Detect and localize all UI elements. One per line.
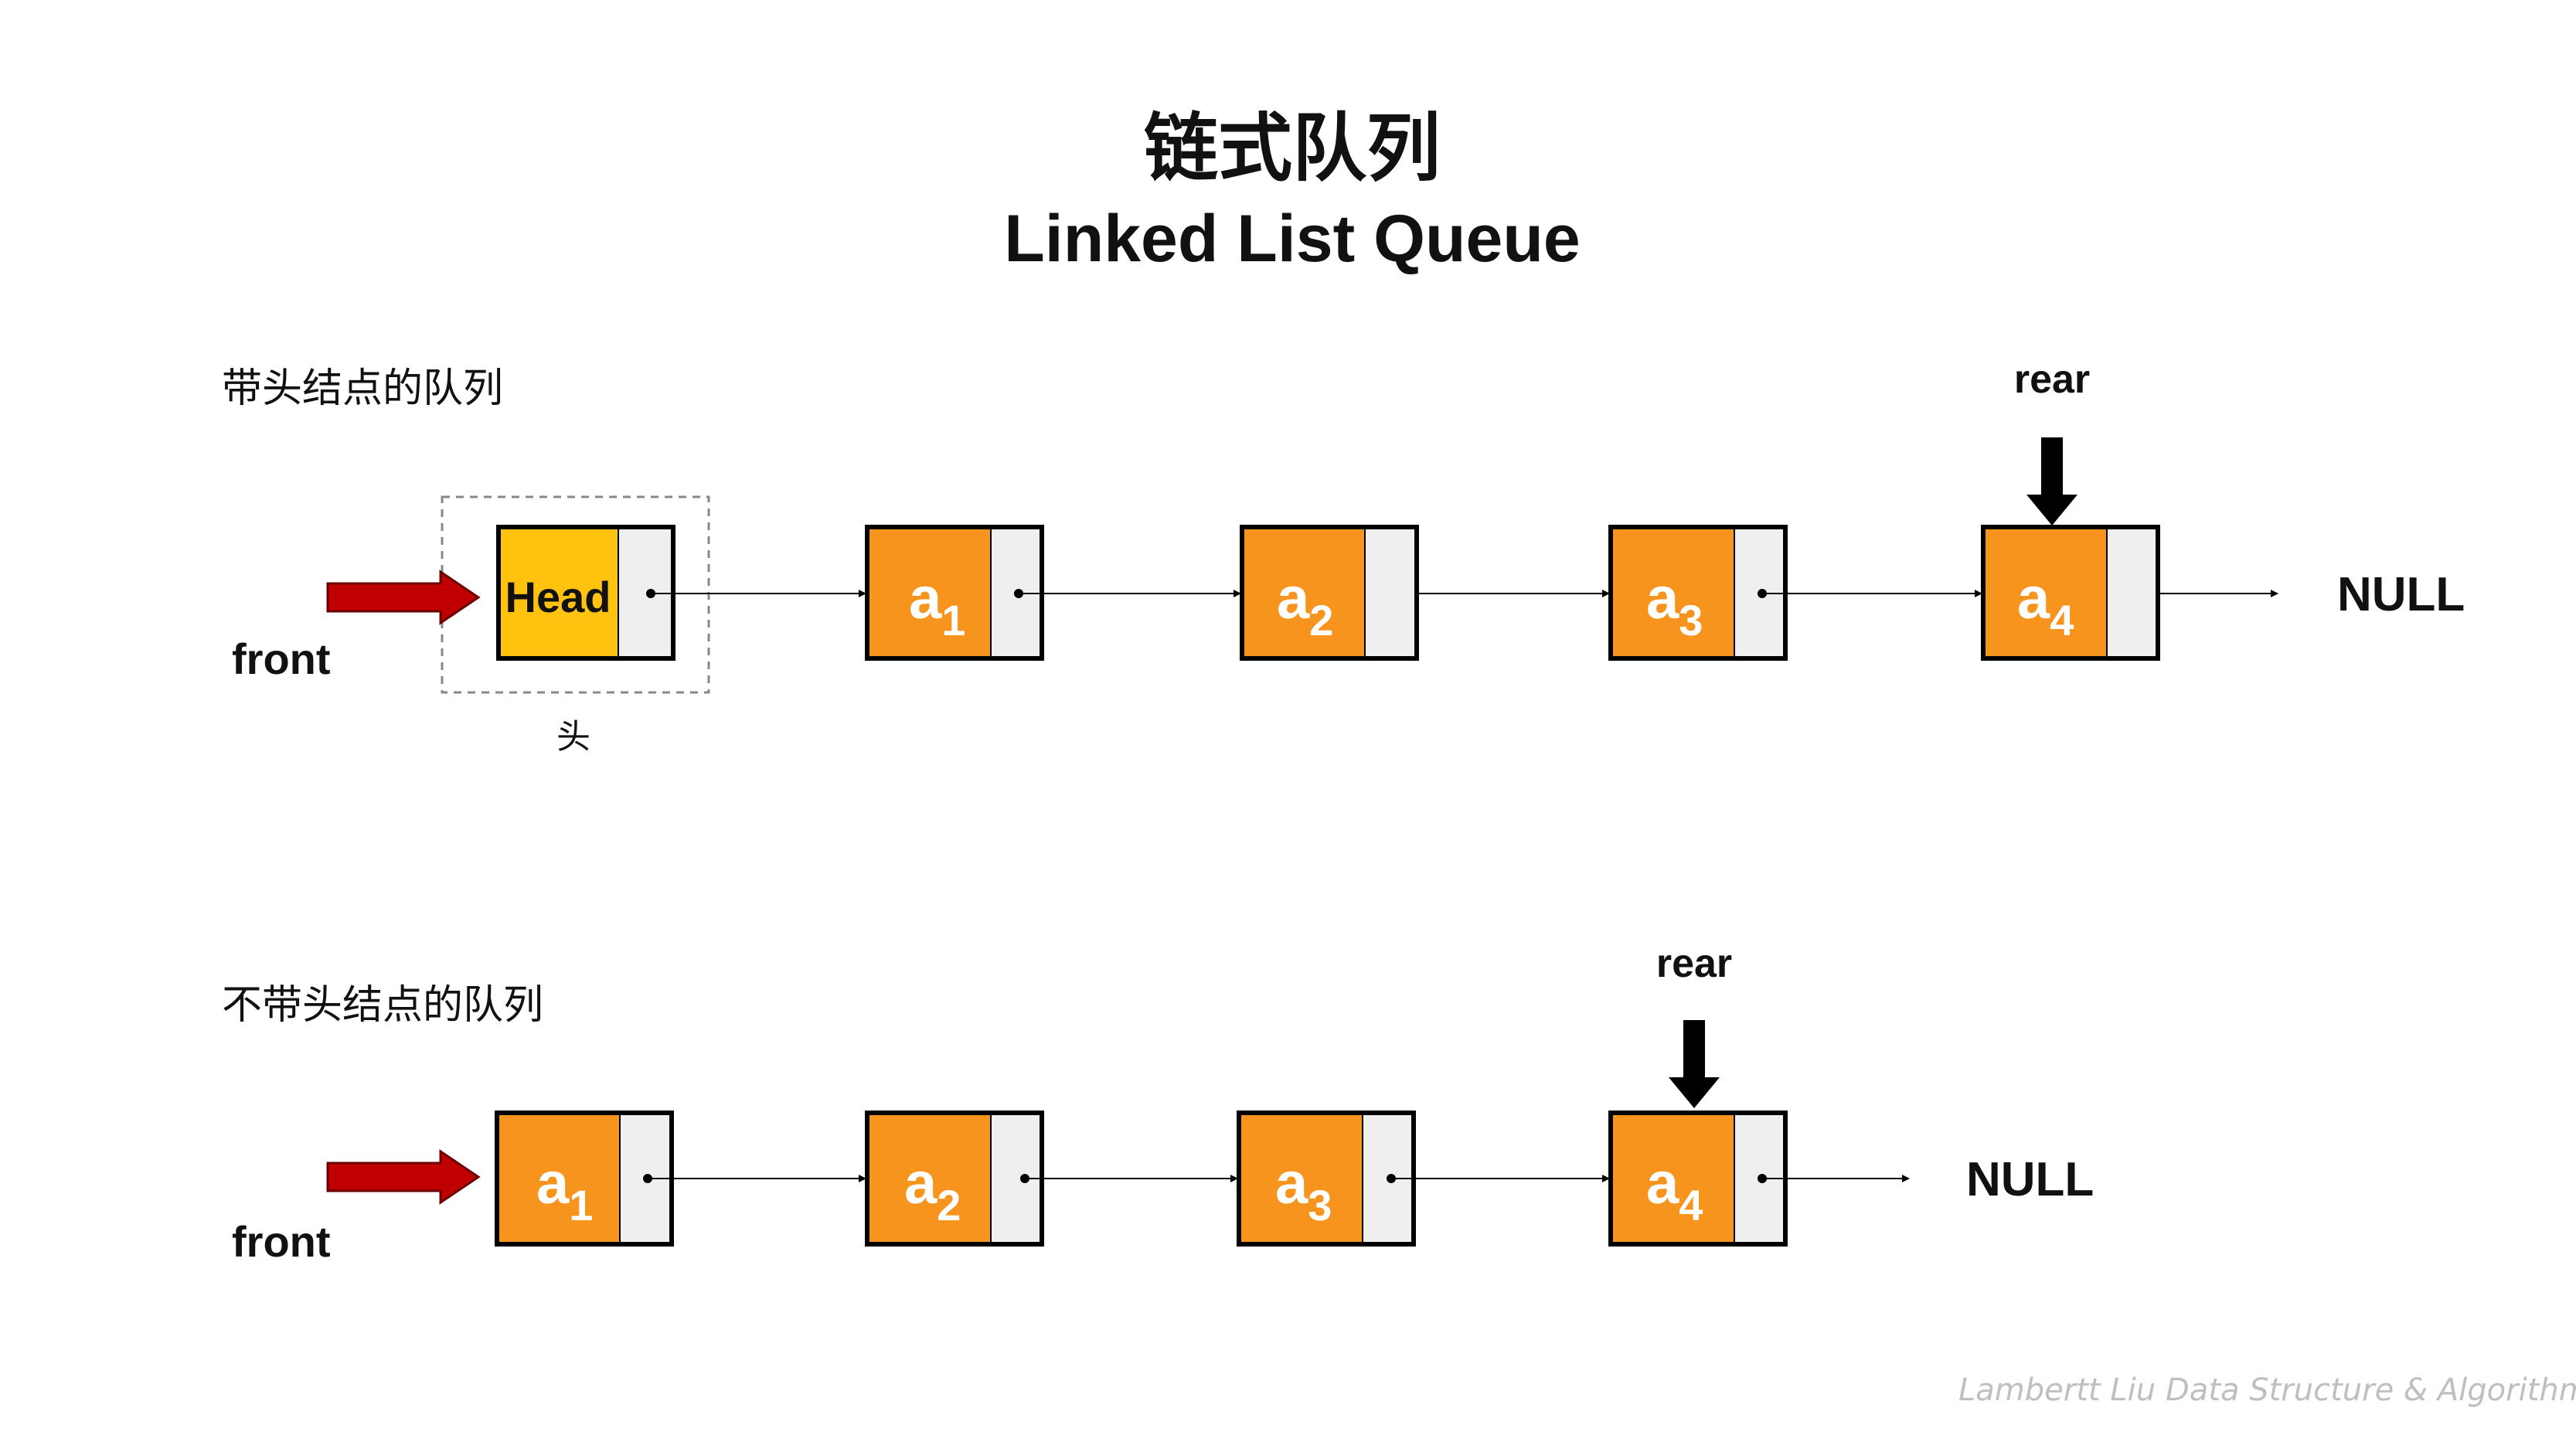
node-a4: a4: [1608, 1111, 1788, 1247]
null-label: NULL: [2337, 568, 2465, 621]
rear-arrow: [2026, 437, 2077, 526]
node-a4: a4: [1981, 525, 2160, 661]
footer-author: Lambertt Liu: [1958, 1372, 2156, 1408]
node-a2: a2: [1240, 525, 1419, 661]
title-chinese: 链式队列: [1144, 104, 1441, 192]
front-arrow: [326, 570, 481, 625]
rear-arrow: [1669, 1020, 1720, 1108]
front-label: front: [232, 634, 331, 683]
head-caption: 头: [556, 717, 590, 757]
section-label: 带头结点的队列: [222, 366, 503, 412]
queue-diagram: 链式队列 Linked List Queue 带头结点的队列 头 front H…: [222, 104, 2576, 1408]
node-a3: a3: [1608, 525, 1788, 661]
rear-label: rear: [1656, 941, 1732, 986]
node-a2: a2: [865, 1111, 1044, 1247]
front-arrow: [326, 1149, 481, 1205]
rear-label: rear: [2014, 357, 2090, 402]
front-label: front: [232, 1217, 331, 1266]
section-with-head: 带头结点的队列 头 front Head a1 a2 a3 a4 NULL re…: [222, 357, 2465, 757]
node-a3: a3: [1237, 1111, 1416, 1247]
title-english: Linked List Queue: [1004, 202, 1580, 276]
footer-subject: Data Structure & Algorithm: [2166, 1372, 2576, 1408]
null-label: NULL: [1966, 1153, 2094, 1206]
head-node: Head: [496, 525, 675, 661]
node-a1: a1: [495, 1111, 674, 1247]
head-node-label: Head: [505, 573, 611, 621]
section-label: 不带头结点的队列: [222, 982, 543, 1029]
section-without-head: 不带头结点的队列 front a1 a2 a3 a4 NULL rear: [222, 941, 2094, 1266]
node-a1: a1: [865, 525, 1044, 661]
